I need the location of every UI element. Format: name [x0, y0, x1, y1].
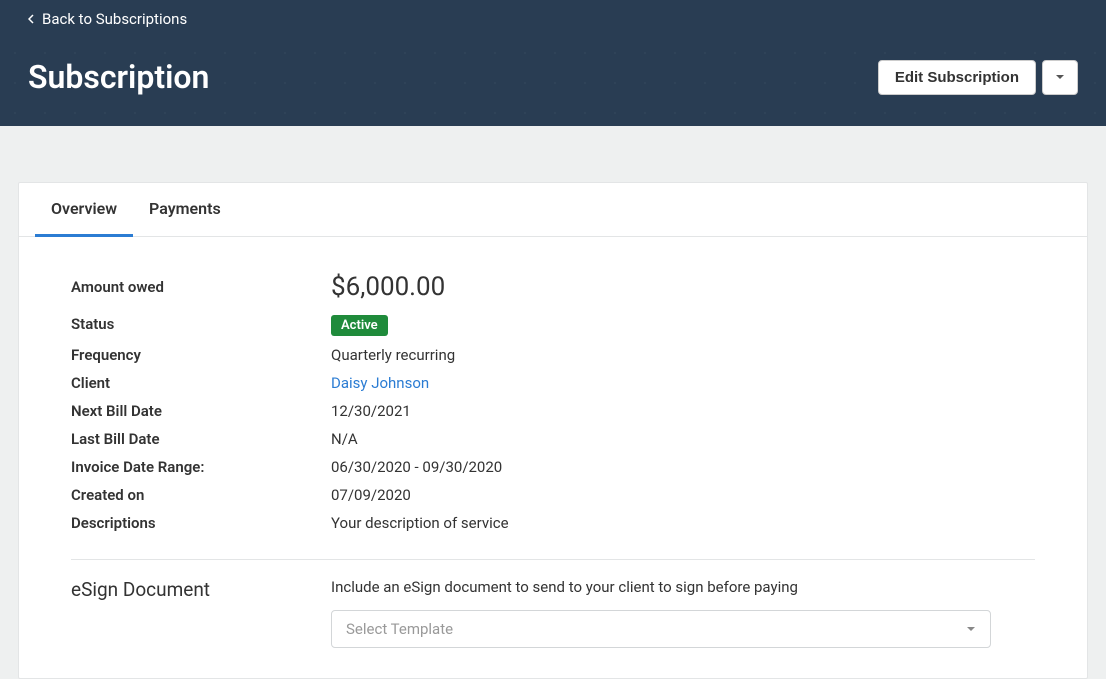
- divider: [71, 559, 1035, 560]
- last-bill-date-value: N/A: [331, 430, 358, 448]
- esign-section-title: eSign Document: [71, 578, 331, 601]
- created-on-label: Created on: [71, 486, 331, 504]
- esign-template-select[interactable]: Select Template: [331, 610, 991, 648]
- chevron-left-icon: [28, 14, 34, 24]
- header-actions: Edit Subscription: [878, 60, 1078, 95]
- descriptions-label: Descriptions: [71, 514, 331, 532]
- next-bill-date-label: Next Bill Date: [71, 402, 331, 420]
- tab-overview[interactable]: Overview: [35, 183, 133, 237]
- esign-template-placeholder: Select Template: [346, 620, 453, 638]
- back-to-subscriptions-link[interactable]: Back to Subscriptions: [0, 0, 215, 38]
- amount-owed-label: Amount owed: [71, 278, 331, 296]
- back-link-label: Back to Subscriptions: [42, 10, 187, 28]
- esign-description: Include an eSign document to send to you…: [331, 578, 1035, 596]
- status-label: Status: [71, 315, 331, 333]
- overview-content: Amount owed $6,000.00 Status Active Freq…: [19, 237, 1087, 678]
- client-link[interactable]: Daisy Johnson: [331, 374, 429, 392]
- more-actions-dropdown-button[interactable]: [1042, 60, 1078, 95]
- descriptions-value: Your description of service: [331, 514, 509, 532]
- invoice-date-range-label: Invoice Date Range:: [71, 458, 331, 476]
- frequency-value: Quarterly recurring: [331, 346, 455, 364]
- tab-payments[interactable]: Payments: [133, 183, 237, 237]
- invoice-date-range-value: 06/30/2020 - 09/30/2020: [331, 458, 502, 476]
- status-badge: Active: [331, 315, 388, 336]
- page-title: Subscription: [28, 58, 209, 96]
- amount-owed-value: $6,000.00: [331, 272, 445, 302]
- client-label: Client: [71, 374, 331, 392]
- caret-down-icon: [1055, 74, 1065, 80]
- next-bill-date-value: 12/30/2021: [331, 402, 411, 420]
- created-on-value: 07/09/2020: [331, 486, 411, 504]
- tabs: Overview Payments: [19, 183, 1087, 237]
- subscription-card: Overview Payments Amount owed $6,000.00 …: [18, 182, 1088, 679]
- frequency-label: Frequency: [71, 346, 331, 364]
- last-bill-date-label: Last Bill Date: [71, 430, 331, 448]
- caret-down-icon: [966, 626, 976, 632]
- edit-subscription-button[interactable]: Edit Subscription: [878, 60, 1036, 95]
